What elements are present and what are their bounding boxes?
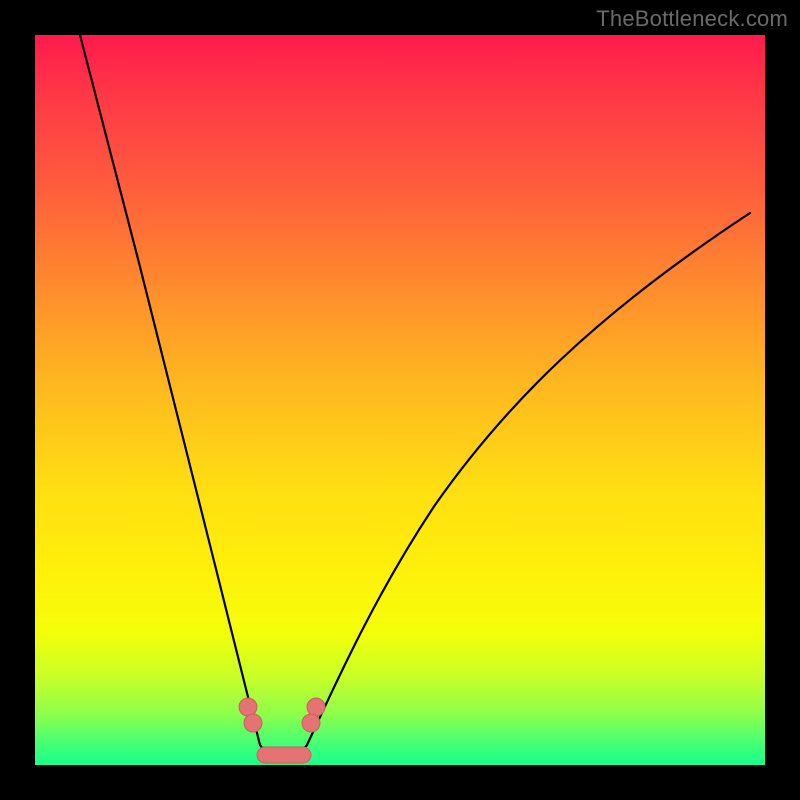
bead-cluster-left — [239, 698, 262, 732]
outer-frame: TheBottleneck.com — [0, 0, 800, 800]
watermark-text: TheBottleneck.com — [596, 6, 788, 32]
right-curve — [307, 213, 750, 745]
chart-svg — [35, 35, 765, 765]
bead-bar-bottom — [257, 747, 311, 763]
plot-area — [35, 35, 765, 765]
left-curve — [80, 35, 260, 745]
